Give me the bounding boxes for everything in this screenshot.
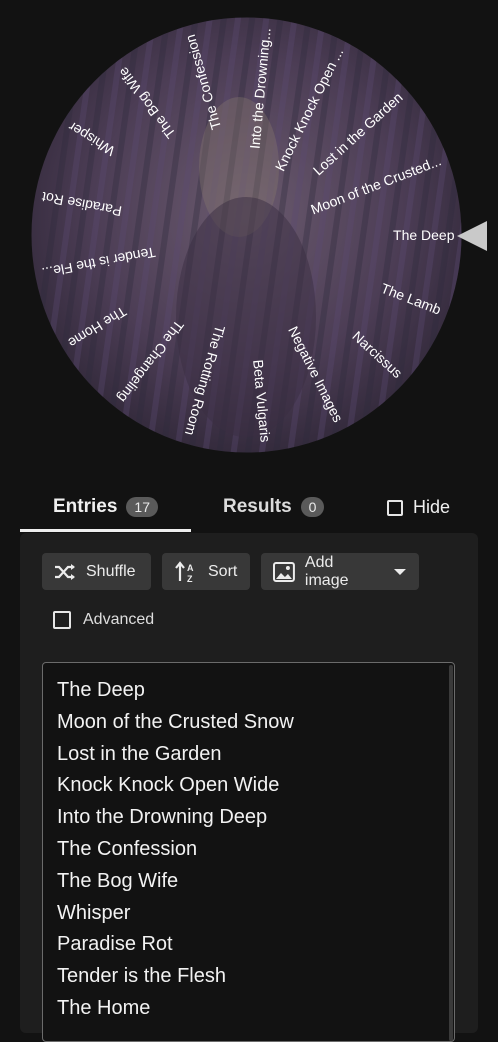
- entry-line: Tender is the Flesh: [57, 965, 226, 988]
- entry-line: Moon of the Crusted Snow: [57, 710, 294, 733]
- entry-line: Into the Drowning Deep: [57, 806, 268, 829]
- checkbox-icon: [53, 611, 71, 629]
- sort-icon: A Z: [175, 560, 194, 583]
- tab-results-label: Results: [223, 496, 292, 517]
- shuffle-icon: [55, 563, 75, 580]
- tab-entries[interactable]: Entries 17: [53, 485, 158, 529]
- checkbox-icon: [387, 499, 403, 516]
- advanced-label: Advanced: [83, 611, 155, 628]
- wheel[interactable]: The Deep Moon of the Crusted... Lost in th…: [31, 17, 462, 453]
- entry-line: Paradise Rot: [57, 933, 173, 956]
- hide-label: Hide: [413, 497, 451, 517]
- wheel-segment-label: The Deep: [393, 227, 455, 243]
- shuffle-button[interactable]: Shuffle: [42, 553, 151, 590]
- entry-line: Whisper: [57, 901, 131, 924]
- spinning-wheel[interactable]: The DeepMoon of the Crusted...Lost in th…: [31, 17, 462, 453]
- entries-textarea[interactable]: The Deep Moon of the Crusted Snow Lost in …: [42, 662, 455, 1042]
- entries-count-badge: 17: [126, 497, 158, 517]
- entry-line: The Confession: [57, 837, 198, 860]
- entry-line: Knock Knock Open Wide: [57, 774, 280, 797]
- tab-entries-label: Entries: [53, 496, 118, 517]
- entries-panel: Shuffle A Z Sort Add image Advanced The …: [20, 533, 478, 1042]
- svg-text:Z: Z: [187, 574, 193, 583]
- add-image-label: Add image: [304, 553, 349, 589]
- sort-button[interactable]: A Z Sort: [162, 553, 250, 590]
- tab-results[interactable]: Results 0: [223, 485, 325, 529]
- chevron-down-icon: [394, 568, 407, 575]
- image-icon: [273, 561, 295, 582]
- results-count-badge: 0: [300, 497, 325, 517]
- entry-line: The Bog Wife: [57, 869, 179, 892]
- entry-line: Lost in the Garden: [57, 742, 222, 765]
- add-image-button[interactable]: Add image: [261, 553, 419, 590]
- active-tab-indicator: [20, 529, 191, 532]
- advanced-checkbox[interactable]: Advanced: [53, 611, 154, 629]
- wheel-pointer-icon: [457, 221, 487, 251]
- textarea-scrollbar[interactable]: [449, 665, 453, 1041]
- svg-text:A: A: [187, 563, 194, 573]
- entry-line: The Deep: [57, 679, 145, 701]
- sort-label: Sort: [208, 562, 238, 580]
- shuffle-label: Shuffle: [86, 562, 136, 580]
- entry-line: The Home: [57, 996, 151, 1019]
- hide-checkbox[interactable]: Hide: [387, 497, 450, 518]
